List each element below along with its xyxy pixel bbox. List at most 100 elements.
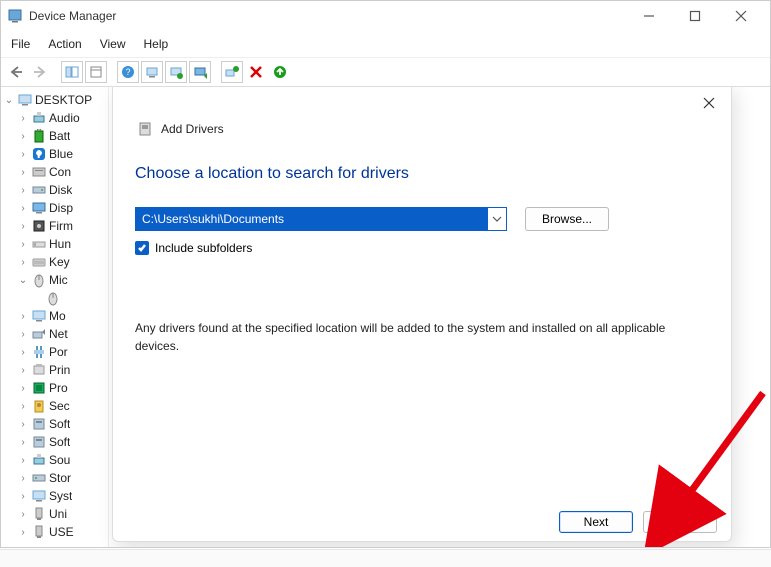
main-pane: Add Drivers Choose a location to search … (109, 87, 770, 547)
device-icon (31, 344, 47, 360)
chevron-down-icon[interactable] (488, 208, 506, 230)
device-icon (31, 398, 47, 414)
tree-item[interactable]: ›Syst (3, 487, 106, 505)
expand-icon[interactable]: › (17, 239, 29, 250)
close-window-button[interactable] (718, 1, 764, 31)
next-button[interactable]: Next (559, 511, 633, 533)
tree-item-label: Pro (49, 381, 68, 395)
tree-item[interactable]: ›Uni (3, 505, 106, 523)
expand-icon[interactable]: › (17, 149, 29, 160)
device-icon (31, 434, 47, 450)
tree-root[interactable]: ⌄ DESKTOP (3, 91, 106, 109)
tree-item[interactable]: ›Soft (3, 415, 106, 433)
collapse-icon[interactable]: ⌄ (3, 95, 15, 106)
device-icon (31, 164, 47, 180)
tree-item[interactable]: › Disp (3, 199, 106, 217)
scan-hardware-button[interactable] (141, 61, 163, 83)
back-button[interactable] (5, 61, 27, 83)
tree-item-label: Sou (49, 453, 70, 467)
tree-item[interactable]: › Pro (3, 379, 106, 397)
expand-icon[interactable]: › (17, 509, 29, 520)
device-tree[interactable]: ⌄ DESKTOP ›Audio›Batt›Blue›Con›Disk›Disp… (1, 87, 109, 547)
tree-item[interactable]: › Con (3, 163, 106, 181)
expand-icon[interactable]: › (17, 383, 29, 394)
expand-icon[interactable]: › (17, 311, 29, 322)
tree-item[interactable]: ›Firm (3, 217, 106, 235)
device-icon (31, 524, 47, 540)
tree-item[interactable]: ›Disk (3, 181, 106, 199)
expand-icon[interactable]: › (17, 347, 29, 358)
tree-item[interactable]: ›Por (3, 343, 106, 361)
tree-item-label: Soft (49, 435, 70, 449)
tree-item[interactable]: ›Hun (3, 235, 106, 253)
forward-button[interactable] (29, 61, 51, 83)
expand-icon[interactable]: › (17, 221, 29, 232)
tree-item[interactable]: ›Prin (3, 361, 106, 379)
expand-icon[interactable]: ⌄ (17, 275, 29, 286)
expand-icon[interactable]: › (17, 401, 29, 412)
add-driver-button[interactable] (165, 61, 187, 83)
toolbar: ? (1, 58, 770, 87)
tree-item[interactable]: › USE (3, 523, 106, 541)
menu-help[interactable]: Help (142, 35, 171, 53)
expand-icon[interactable]: › (17, 167, 29, 178)
device-manager-window: Device Manager File Action View Help ? ⌄… (0, 0, 771, 548)
tree-item[interactable]: › Net (3, 325, 106, 343)
expand-icon[interactable]: › (17, 257, 29, 268)
cancel-button[interactable]: Cancel (643, 511, 717, 533)
drive-icon (137, 121, 153, 137)
minimize-button[interactable] (626, 1, 672, 31)
tree-item-label: Con (49, 165, 71, 179)
menu-view[interactable]: View (98, 35, 128, 53)
tree-item[interactable]: ›Sec (3, 397, 106, 415)
expand-icon[interactable]: › (17, 185, 29, 196)
titlebar: Device Manager (1, 1, 770, 31)
tree-item-label: Disp (49, 201, 73, 215)
tree-item[interactable]: › Soft (3, 433, 106, 451)
tree-item[interactable]: ›Key (3, 253, 106, 271)
expand-icon[interactable]: › (17, 437, 29, 448)
expand-icon[interactable]: › (17, 419, 29, 430)
show-hide-tree-button[interactable] (61, 61, 83, 83)
properties-button[interactable] (85, 61, 107, 83)
tree-item[interactable]: › Batt (3, 127, 106, 145)
tree-item-label: Net (49, 327, 68, 341)
expand-icon[interactable]: › (17, 131, 29, 142)
tree-item[interactable]: ›Blue (3, 145, 106, 163)
tree-item[interactable]: ›Mo (3, 307, 106, 325)
include-subfolders-checkbox[interactable] (135, 241, 149, 255)
browse-button[interactable]: Browse... (525, 207, 609, 231)
tree-item-label: Batt (49, 129, 70, 143)
help-button[interactable]: ? (117, 61, 139, 83)
expand-icon[interactable]: › (17, 203, 29, 214)
svg-text:?: ? (125, 67, 130, 77)
tree-item[interactable]: › Sou (3, 451, 106, 469)
device-icon (31, 254, 47, 270)
expand-icon[interactable]: › (17, 491, 29, 502)
device-icon (31, 488, 47, 504)
expand-icon[interactable]: › (17, 473, 29, 484)
expand-icon[interactable]: › (17, 455, 29, 466)
tree-item[interactable]: ›Audio (3, 109, 106, 127)
device-icon (31, 200, 47, 216)
enable-device-button[interactable] (269, 61, 291, 83)
uninstall-device-button[interactable] (221, 61, 243, 83)
maximize-button[interactable] (672, 1, 718, 31)
path-value[interactable]: C:\Users\sukhi\Documents (136, 208, 488, 230)
expand-icon[interactable]: › (17, 365, 29, 376)
path-combobox[interactable]: C:\Users\sukhi\Documents (135, 207, 507, 231)
tree-item[interactable]: ›Stor (3, 469, 106, 487)
menu-file[interactable]: File (9, 35, 32, 53)
dialog-close-button[interactable] (697, 91, 721, 115)
expand-icon[interactable]: › (17, 527, 29, 538)
disable-device-button[interactable] (245, 61, 267, 83)
menu-action[interactable]: Action (46, 35, 83, 53)
update-driver-button[interactable] (189, 61, 211, 83)
statusbar (0, 549, 771, 567)
tree-item-label: USE (49, 525, 74, 539)
tree-item[interactable] (3, 289, 106, 307)
expand-icon[interactable]: › (17, 329, 29, 340)
expand-icon[interactable]: › (17, 113, 29, 124)
tree-item[interactable]: ⌄Mic (3, 271, 106, 289)
device-icon (31, 182, 47, 198)
